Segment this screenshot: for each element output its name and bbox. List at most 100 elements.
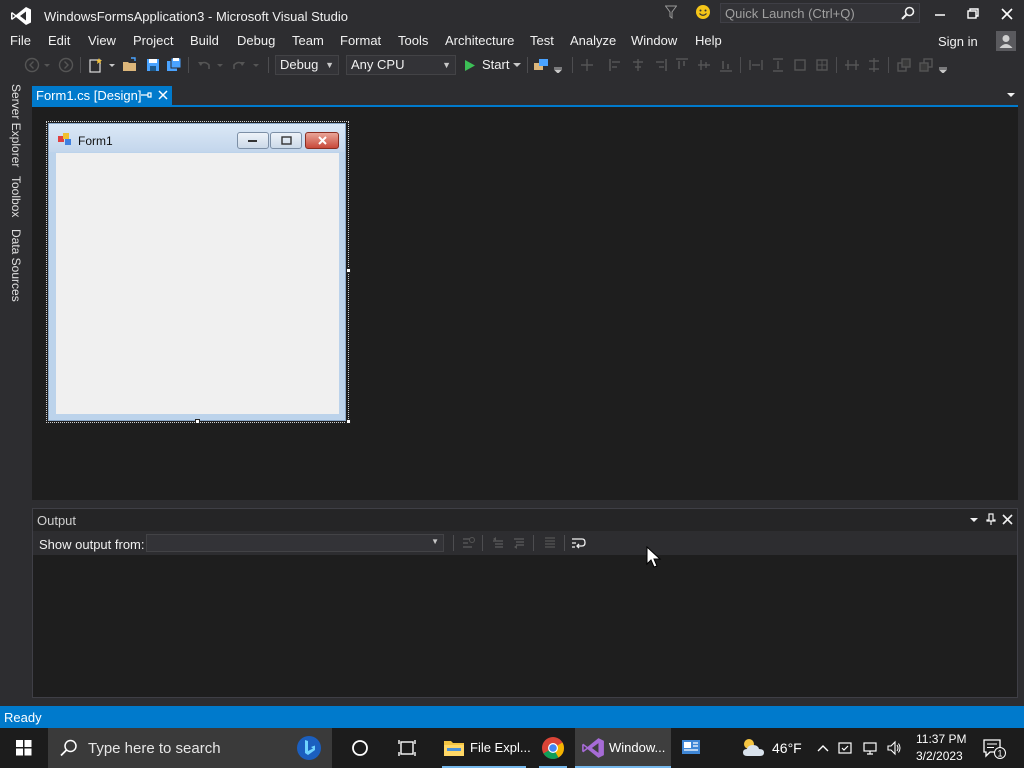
menu-architecture[interactable]: Architecture [445,33,514,48]
clock-date[interactable]: 3/2/2023 [916,749,963,763]
pin-tab-icon[interactable] [140,88,152,102]
redo-icon[interactable] [231,57,247,73]
back-dropdown-icon[interactable] [42,57,52,73]
browser-link-dropdown-icon[interactable] [553,57,563,73]
cortana-icon[interactable] [348,737,372,759]
menu-view[interactable]: View [88,33,116,48]
menu-project[interactable]: Project [133,33,173,48]
tab-overflow-dropdown-icon[interactable] [1006,90,1016,100]
make-same-width-icon[interactable] [748,57,764,73]
window-position-dropdown-icon[interactable] [969,515,979,525]
security-tray-icon[interactable] [837,740,853,756]
horizontal-spacing-icon[interactable] [844,57,860,73]
new-project-icon[interactable] [88,57,104,73]
quick-launch-box[interactable] [720,3,920,23]
bing-chat-icon[interactable] [294,733,324,763]
form1-window-preview[interactable]: Form1 [48,123,346,421]
server-explorer-tab[interactable]: Server Explorer [9,84,23,167]
solution-platform-select[interactable]: Any CPU ▼ [346,55,456,75]
notification-filter-icon[interactable] [665,5,677,19]
close-panel-icon[interactable] [1001,513,1014,526]
align-middles-icon[interactable] [696,57,712,73]
menu-test[interactable]: Test [530,33,554,48]
task-view-icon[interactable] [396,738,420,758]
save-icon[interactable] [145,57,161,73]
solution-configuration-select[interactable]: Debug ▼ [275,55,339,75]
vertical-spacing-icon[interactable] [866,57,882,73]
menu-window[interactable]: Window [631,33,677,48]
taskbar-search-input[interactable] [88,738,288,758]
menu-debug[interactable]: Debug [237,33,275,48]
size-to-grid-icon[interactable] [814,57,830,73]
resize-handle-corner[interactable] [346,419,351,424]
resize-handle-bottom[interactable] [195,419,200,424]
send-to-back-icon[interactable] [918,57,934,73]
toolbar-overflow-icon[interactable] [938,57,948,73]
tab-form1-design[interactable]: Form1.cs [Design] [32,86,172,106]
network-icon[interactable] [862,740,878,756]
output-toolbar: Show output from: ▼ [33,531,1017,555]
undo-dropdown-icon[interactable] [215,57,225,73]
start-debugging-button[interactable]: Start [463,55,523,75]
toggle-word-wrap-icon[interactable] [571,535,587,551]
close-tab-icon[interactable] [156,88,170,102]
undo-icon[interactable] [196,57,212,73]
go-to-next-message-icon[interactable] [511,535,527,551]
weather-partly-cloudy-icon[interactable] [738,736,768,760]
search-icon[interactable] [901,6,915,20]
taskbar-visual-studio[interactable]: Window... [575,728,671,768]
find-message-in-code-icon[interactable] [460,535,476,551]
toolbox-tab[interactable]: Toolbox [9,176,23,217]
sign-in-link[interactable]: Sign in [938,34,978,49]
menu-tools[interactable]: Tools [398,33,428,48]
navigate-forward-icon[interactable] [58,57,74,73]
make-same-size-icon[interactable] [792,57,808,73]
menu-build[interactable]: Build [190,33,219,48]
close-window-icon[interactable] [992,4,1022,24]
go-to-previous-message-icon[interactable] [490,535,506,551]
notifications-icon[interactable]: 1 [982,737,1008,761]
account-icon[interactable] [996,31,1016,51]
data-sources-tab[interactable]: Data Sources [9,229,23,302]
save-all-icon[interactable] [166,57,182,73]
feedback-smiley-icon[interactable] [695,4,711,20]
menu-edit[interactable]: Edit [48,33,70,48]
menu-team[interactable]: Team [292,33,324,48]
weather-temperature[interactable]: 46°F [772,740,802,756]
taskbar-file-explorer[interactable]: File Expl... [438,728,531,768]
redo-dropdown-icon[interactable] [251,57,261,73]
bring-to-front-icon[interactable] [896,57,912,73]
align-lefts-icon[interactable] [608,57,624,73]
align-rights-icon[interactable] [652,57,668,73]
minimize-window-icon[interactable] [925,4,955,24]
open-file-icon[interactable] [122,57,138,73]
form-client-area[interactable] [56,153,339,414]
menu-file[interactable]: File [10,33,31,48]
menu-analyze[interactable]: Analyze [570,33,616,48]
windows-start-icon[interactable] [0,728,48,768]
resize-handle-right[interactable] [346,268,351,273]
menu-help[interactable]: Help [695,33,722,48]
navigate-back-icon[interactable] [24,57,40,73]
taskbar-search-box[interactable] [48,728,332,768]
browser-link-icon[interactable] [533,57,549,73]
make-same-height-icon[interactable] [770,57,786,73]
taskbar-chrome[interactable] [535,728,571,768]
panel-splitter[interactable] [32,500,1018,508]
align-centers-icon[interactable] [630,57,646,73]
clear-all-icon[interactable] [542,535,558,551]
taskbar-news-app[interactable] [675,728,707,768]
align-bottoms-icon[interactable] [718,57,734,73]
show-output-from-select[interactable]: ▼ [146,534,444,552]
restore-window-icon[interactable] [958,4,988,24]
align-to-grid-icon[interactable] [579,57,595,73]
menu-format[interactable]: Format [340,33,381,48]
new-project-dropdown-icon[interactable] [107,57,117,73]
auto-hide-pin-icon[interactable] [985,513,997,526]
quick-launch-input[interactable] [721,4,901,22]
align-tops-icon[interactable] [674,57,690,73]
clock-time[interactable]: 11:37 PM [916,732,966,746]
chevron-up-icon[interactable] [815,740,831,756]
output-text-area[interactable] [33,555,1017,697]
volume-icon[interactable] [886,740,902,756]
